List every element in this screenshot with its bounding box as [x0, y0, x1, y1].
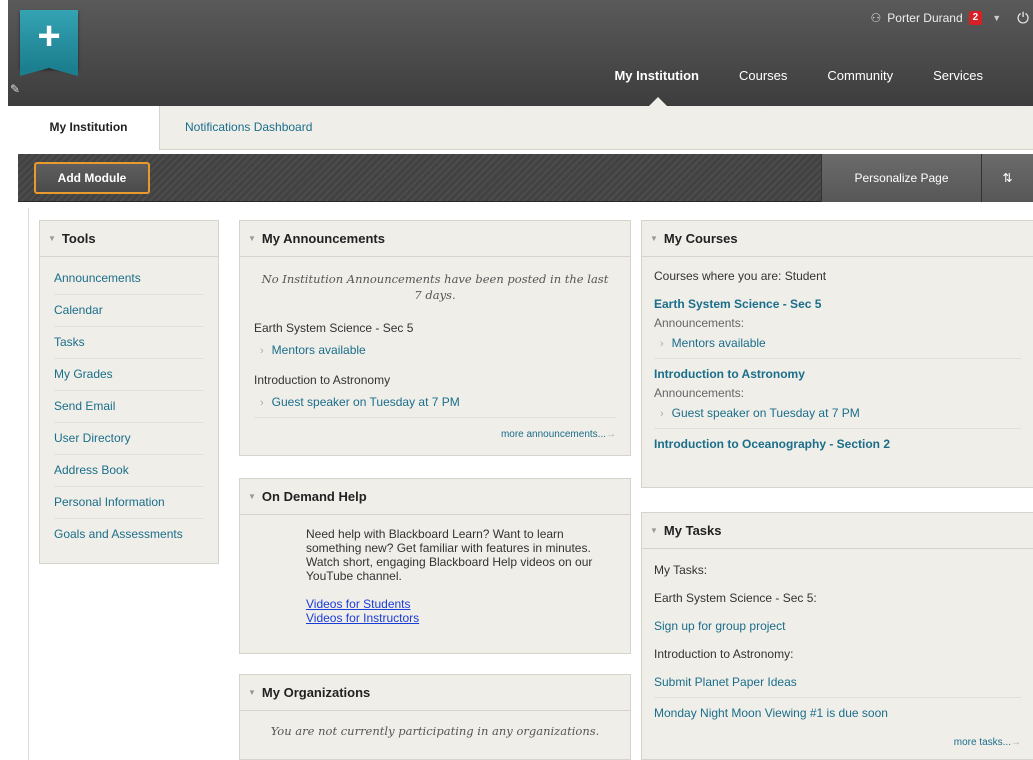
nav-services[interactable]: Services: [913, 67, 1003, 91]
module-title: On Demand Help: [261, 489, 367, 504]
collapse-triangle-icon[interactable]: ▼: [48, 221, 56, 257]
module-toolbar: Add Module Personalize Page ⇅: [18, 154, 1033, 202]
module-title: Tools: [61, 231, 96, 246]
course-announcement-link[interactable]: Mentors available: [654, 336, 1021, 358]
tools-header[interactable]: ▼ Tools: [40, 221, 218, 257]
help-body: Need help with Blackboard Learn? Want to…: [240, 515, 630, 633]
notification-badge[interactable]: 2: [968, 11, 983, 25]
videos-for-students-link[interactable]: Videos for Students: [306, 597, 610, 611]
tools-list: Announcements Calendar Tasks My Grades S…: [40, 257, 218, 559]
module-title: My Tasks: [663, 523, 722, 538]
announcement-link[interactable]: Guest speaker on Tuesday at 7 PM: [254, 395, 616, 417]
quick-links-button[interactable]: +: [20, 10, 78, 76]
chevron-down-icon[interactable]: ▼: [992, 13, 1001, 23]
more-tasks-link[interactable]: more tasks...: [954, 737, 1011, 748]
main-nav: My Institution Courses Community Service…: [594, 67, 1003, 106]
power-icon[interactable]: ⏻: [1017, 10, 1029, 27]
add-module-button[interactable]: Add Module: [34, 162, 150, 194]
tool-address-book[interactable]: Address Book: [54, 455, 204, 487]
tasks-module: ▼ My Tasks My Tasks: Earth System Science…: [641, 512, 1033, 760]
courses-header[interactable]: ▼ My Courses: [642, 221, 1033, 257]
announcements-module: ▼ My Announcements No Institution Announc…: [239, 220, 631, 456]
task-course-label: Earth System Science - Sec 5:: [654, 591, 817, 605]
more-tasks[interactable]: more tasks...→: [654, 734, 1021, 748]
nav-my-institution[interactable]: My Institution: [594, 67, 719, 106]
more-announcements-link[interactable]: more announcements...: [501, 429, 606, 440]
tool-tasks[interactable]: Tasks: [54, 327, 204, 359]
videos-for-instructors-link[interactable]: Videos for Instructors: [306, 611, 610, 625]
top-header: + ✎ ⚇ Porter Durand 2 ▼ ⏻ My Institution…: [8, 0, 1033, 106]
personalize-page-button[interactable]: Personalize Page: [821, 154, 981, 202]
organizations-body: You are not currently participating in a…: [240, 711, 630, 747]
announcements-label: Announcements:: [654, 316, 745, 330]
module-title: My Announcements: [261, 231, 385, 246]
task-course-label: Introduction to Astronomy:: [654, 647, 794, 661]
announcements-header[interactable]: ▼ My Announcements: [240, 221, 630, 257]
module-title: My Organizations: [261, 685, 371, 700]
tool-send-email[interactable]: Send Email: [54, 391, 204, 423]
tasks-body: My Tasks: Earth System Science - Sec 5: …: [642, 549, 1033, 760]
tool-calendar[interactable]: Calendar: [54, 295, 204, 327]
course-link[interactable]: Introduction to Astronomy: [654, 367, 1021, 381]
divider: [654, 697, 1021, 698]
tab-my-institution[interactable]: My Institution: [18, 106, 160, 150]
tasks-intro: My Tasks:: [654, 563, 708, 577]
task-link[interactable]: Monday Night Moon Viewing #1 is due soon: [654, 706, 1021, 720]
sub-tab-bar: My Institution Notifications Dashboard: [18, 106, 1033, 150]
module-title: My Courses: [663, 231, 738, 246]
more-announcements[interactable]: more announcements...→: [254, 426, 616, 440]
announcements-label: Announcements:: [654, 386, 745, 400]
help-header[interactable]: ▼ On Demand Help: [240, 479, 630, 515]
no-institution-announcements: No Institution Announcements have been p…: [261, 272, 609, 302]
arrow-right-icon: →: [606, 429, 616, 440]
announcement-link[interactable]: Mentors available: [254, 343, 616, 357]
collapse-triangle-icon[interactable]: ▼: [248, 479, 256, 515]
nav-courses[interactable]: Courses: [719, 67, 807, 91]
reorder-icon[interactable]: ⇅: [981, 154, 1033, 202]
plus-icon: +: [37, 14, 61, 58]
course-link[interactable]: Earth System Science - Sec 5: [654, 297, 1021, 311]
announcement-course: Introduction to Astronomy: [254, 373, 391, 387]
tool-announcements[interactable]: Announcements: [54, 263, 204, 295]
divider: [654, 358, 1021, 359]
divider: [654, 428, 1021, 429]
task-link[interactable]: Submit Planet Paper Ideas: [654, 675, 1021, 697]
courses-body: Courses where you are: Student Earth Sys…: [642, 257, 1033, 463]
courses-intro: Courses where you are: Student: [654, 269, 827, 283]
user-menu[interactable]: ⚇ Porter Durand 2 ▼ ⏻: [871, 8, 1033, 28]
tasks-header[interactable]: ▼ My Tasks: [642, 513, 1033, 549]
organizations-header[interactable]: ▼ My Organizations: [240, 675, 630, 711]
organizations-module: ▼ My Organizations You are not currently …: [239, 674, 631, 760]
on-demand-help-module: ▼ On Demand Help Need help with Blackboar…: [239, 478, 631, 654]
divider: [254, 417, 616, 418]
tool-goals-and-assessments[interactable]: Goals and Assessments: [54, 519, 204, 551]
collapse-triangle-icon[interactable]: ▼: [650, 221, 658, 257]
tool-user-directory[interactable]: User Directory: [54, 423, 204, 455]
tool-my-grades[interactable]: My Grades: [54, 359, 204, 391]
task-link[interactable]: Sign up for group project: [654, 619, 1021, 633]
module-area: ▼ Tools Announcements Calendar Tasks My G…: [28, 208, 1033, 760]
pencil-icon[interactable]: ✎: [10, 82, 20, 96]
nav-community[interactable]: Community: [807, 67, 913, 91]
tab-notifications-dashboard[interactable]: Notifications Dashboard: [185, 106, 312, 150]
course-link[interactable]: Introduction to Oceanography - Section 2: [654, 437, 1021, 451]
help-text: Need help with Blackboard Learn? Want to…: [306, 527, 593, 583]
announcement-course: Earth System Science - Sec 5: [254, 321, 414, 335]
announcements-body: No Institution Announcements have been p…: [240, 257, 630, 448]
collapse-triangle-icon[interactable]: ▼: [248, 675, 256, 711]
tool-personal-information[interactable]: Personal Information: [54, 487, 204, 519]
user-icon: ⚇: [870, 11, 882, 25]
collapse-triangle-icon[interactable]: ▼: [650, 513, 658, 549]
user-name[interactable]: Porter Durand: [887, 11, 962, 25]
course-announcement-link[interactable]: Guest speaker on Tuesday at 7 PM: [654, 406, 1021, 428]
arrow-right-icon: →: [1011, 737, 1021, 748]
courses-module: ▼ My Courses Courses where you are: Stude…: [641, 220, 1033, 488]
no-organizations-text: You are not currently participating in a…: [270, 724, 600, 738]
collapse-triangle-icon[interactable]: ▼: [248, 221, 256, 257]
tools-module: ▼ Tools Announcements Calendar Tasks My G…: [39, 220, 219, 564]
